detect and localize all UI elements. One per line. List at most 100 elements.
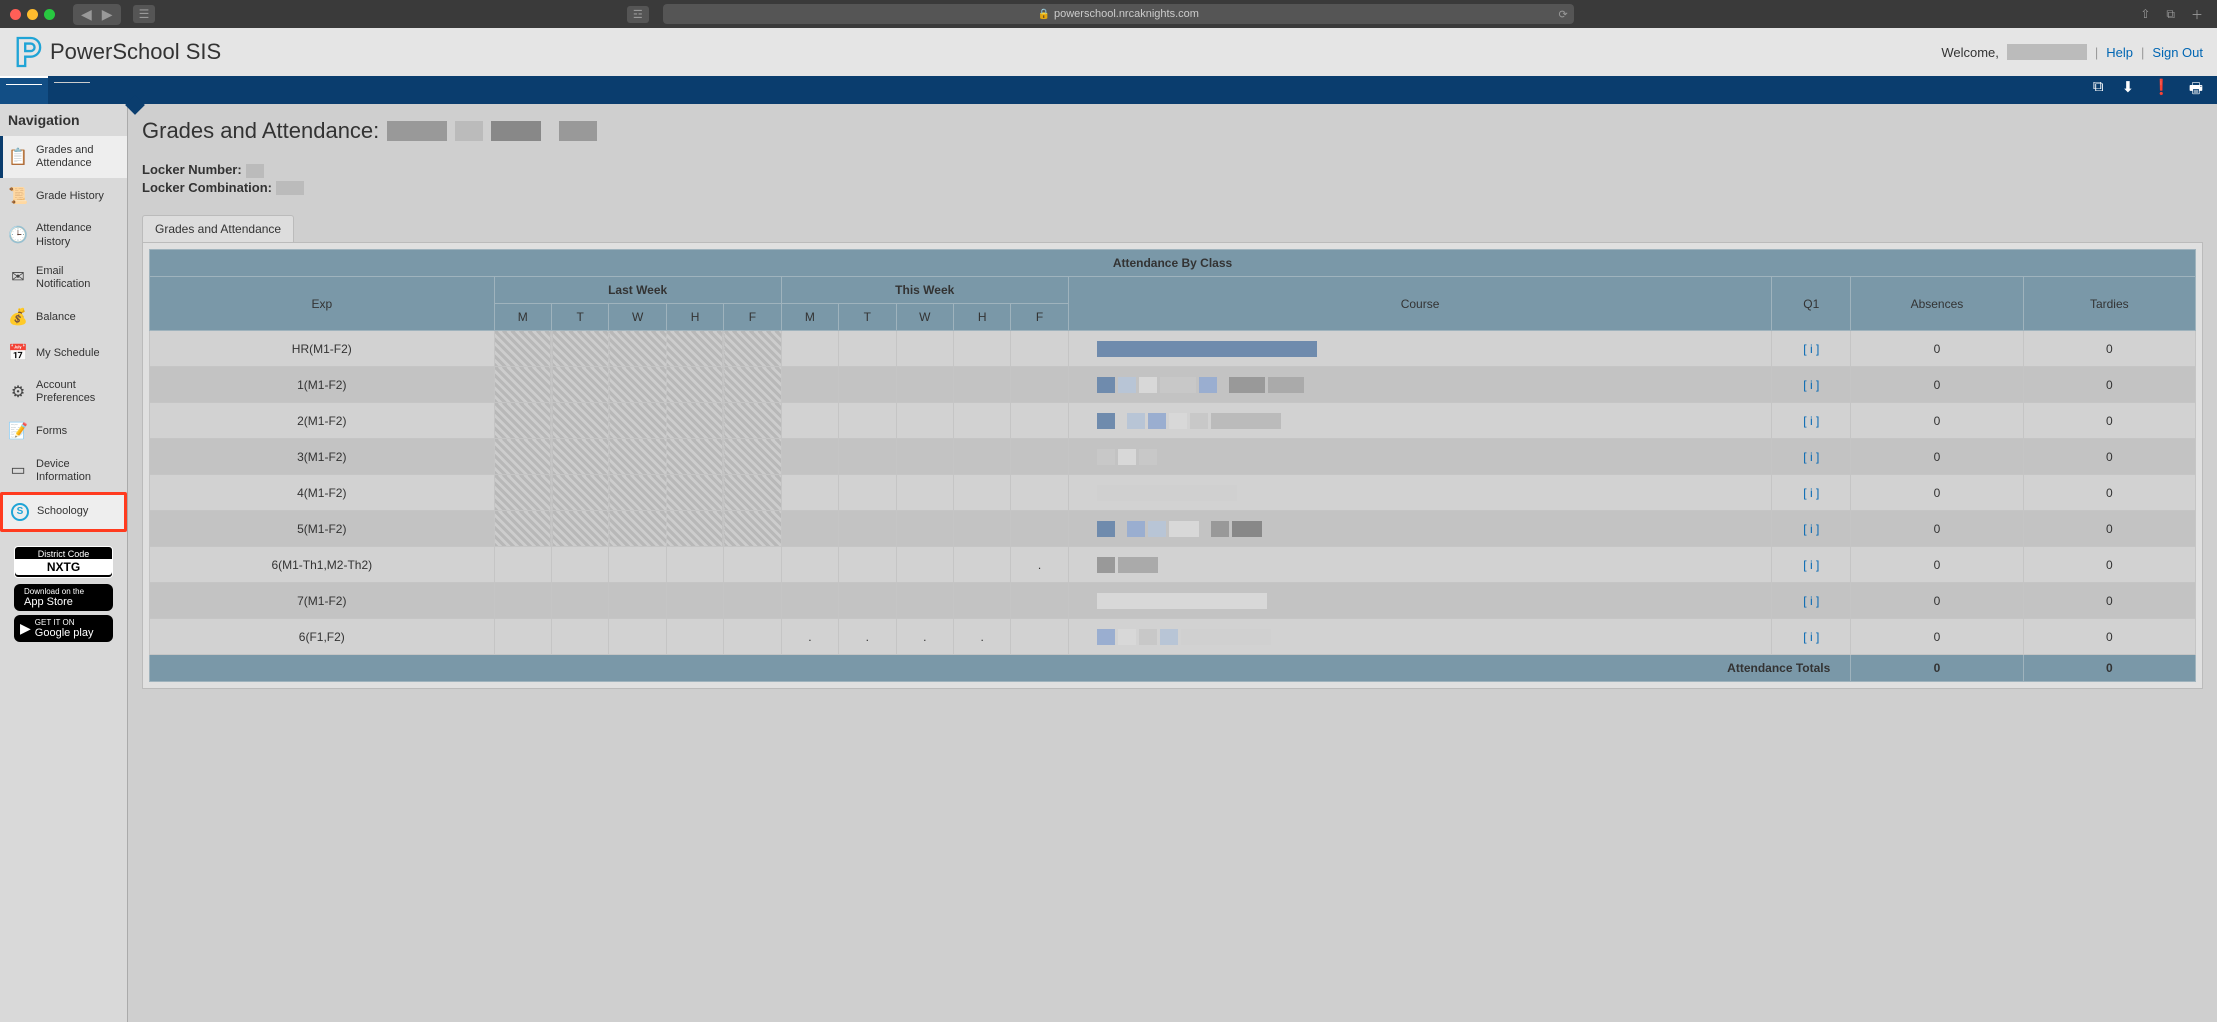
this-week-cell [1011,511,1068,547]
balance-icon: 💰 [8,307,28,327]
absences-cell[interactable]: 0 [1851,403,2023,439]
tardies-cell[interactable]: 0 [2023,511,2195,547]
sidebar-item-my-schedule[interactable]: 📅 My Schedule [0,335,127,371]
sidebar-item-schoology[interactable]: S Schoology [0,492,127,532]
q1-info-link[interactable]: [ i ] [1803,594,1819,608]
signout-link[interactable]: Sign Out [2152,45,2203,60]
last-week-cell [666,403,723,439]
course-name-redacted [1160,377,1196,393]
exp-cell: 5(M1-F2) [150,511,495,547]
tardies-cell[interactable]: 0 [2023,367,2195,403]
new-tab-icon[interactable]: ＋ [2187,6,2207,23]
absences-cell[interactable]: 0 [1851,367,2023,403]
last-week-cell [552,475,609,511]
sidebar-item-grades-attendance[interactable]: 📋 Grades and Attendance [0,136,127,178]
sidebar-item-label: Grade History [36,190,104,203]
tardies-cell[interactable]: 0 [2023,619,2195,655]
tardies-cell[interactable]: 0 [2023,331,2195,367]
course-cell[interactable] [1068,511,1772,547]
absences-cell[interactable]: 0 [1851,547,2023,583]
q1-info-link[interactable]: [ i ] [1803,630,1819,644]
app-store-badge[interactable]: Download on theApp Store [14,584,113,611]
q1-info-link[interactable]: [ i ] [1803,486,1819,500]
alert-icon[interactable]: ❗ [2152,78,2171,103]
absences-cell[interactable]: 0 [1851,331,2023,367]
table-row: 6(F1,F2)....[ i ]00 [150,619,2196,655]
student-name-redacted [387,121,447,141]
course-cell[interactable] [1068,367,1772,403]
minimize-window-icon[interactable] [27,9,38,20]
q1-info-link[interactable]: [ i ] [1803,522,1819,536]
q1-info-link[interactable]: [ i ] [1803,342,1819,356]
sidebar-item-device-information[interactable]: ▭ Device Information [0,450,127,492]
tabs-overview-icon[interactable]: ⧉ [2162,7,2179,22]
exp-cell: 3(M1-F2) [150,439,495,475]
tardies-cell[interactable]: 0 [2023,547,2195,583]
powerschool-logo[interactable]: PowerSchool SIS [14,36,221,68]
sidebar-toggle-icon[interactable]: ☰ [133,5,156,23]
course-name-redacted [1118,629,1136,645]
tardies-cell[interactable]: 0 [2023,403,2195,439]
lock-icon: 🔒 [1038,9,1050,20]
sidebar-item-email-notification[interactable]: ✉ Email Notification [0,257,127,299]
address-bar[interactable]: 🔒 powerschool.nrcaknights.com ⟳ [663,4,1574,24]
absences-cell[interactable]: 0 [1851,583,2023,619]
course-cell[interactable] [1068,331,1772,367]
sidebar-item-attendance-history[interactable]: 🕒 Attendance History [0,214,127,256]
course-cell[interactable] [1068,439,1772,475]
absences-cell[interactable]: 0 [1851,475,2023,511]
print-icon[interactable]: 🖶 [2189,78,2203,103]
day-header: F [1011,304,1068,331]
tab-grades-attendance[interactable]: Grades and Attendance [142,215,294,242]
last-week-cell [552,403,609,439]
q1-info-link[interactable]: [ i ] [1803,378,1819,392]
download-icon[interactable]: ⬇ [2122,78,2135,103]
course-name-redacted [1097,449,1115,465]
sidebar-item-forms[interactable]: 📝 Forms [0,414,127,450]
this-week-cell [896,583,953,619]
course-cell[interactable] [1068,583,1772,619]
back-icon[interactable]: ◀ [77,6,96,23]
day-header: F [724,304,781,331]
q1-cell: [ i ] [1772,547,1851,583]
tardies-cell[interactable]: 0 [2023,475,2195,511]
help-link[interactable]: Help [2106,45,2133,60]
nav-tab-active[interactable] [0,76,48,104]
this-week-cell [953,547,1010,583]
last-week-cell [724,367,781,403]
last-week-cell [609,367,666,403]
course-name-redacted [1211,413,1281,429]
absences-cell[interactable]: 0 [1851,511,2023,547]
tardies-cell[interactable]: 0 [2023,583,2195,619]
popout-icon[interactable]: ⧉ [2093,78,2104,103]
reader-mode-icon[interactable]: ☲ [627,6,649,23]
course-cell[interactable] [1068,475,1772,511]
this-week-cell [839,331,896,367]
sidebar-item-balance[interactable]: 💰 Balance [0,299,127,335]
reload-icon[interactable]: ⟳ [1559,8,1568,21]
sidebar-item-grade-history[interactable]: 📜 Grade History [0,178,127,214]
absences-cell[interactable]: 0 [1851,619,2023,655]
maximize-window-icon[interactable] [44,9,55,20]
tardies-cell[interactable]: 0 [2023,439,2195,475]
q1-info-link[interactable]: [ i ] [1803,414,1819,428]
locker-number: Locker Number: [142,162,2203,178]
q1-info-link[interactable]: [ i ] [1803,450,1819,464]
sidebar-item-account-preferences[interactable]: ⚙ Account Preferences [0,371,127,413]
course-cell[interactable] [1068,619,1772,655]
absences-cell[interactable]: 0 [1851,439,2023,475]
this-week-cell [781,547,838,583]
this-week-cell [896,367,953,403]
nav-tab-inactive[interactable] [48,76,96,104]
course-cell[interactable] [1068,403,1772,439]
day-header: W [609,304,666,331]
q1-info-link[interactable]: [ i ] [1803,558,1819,572]
google-play-badge[interactable]: ▶ GET IT ONGoogle play [14,615,113,642]
course-name-redacted [1148,413,1166,429]
my-schedule-icon: 📅 [8,343,28,363]
share-icon[interactable]: ⇧ [2136,7,2154,21]
close-window-icon[interactable] [10,9,21,20]
q1-cell: [ i ] [1772,475,1851,511]
totals-label: Attendance Totals [150,655,1851,682]
course-cell[interactable] [1068,547,1772,583]
